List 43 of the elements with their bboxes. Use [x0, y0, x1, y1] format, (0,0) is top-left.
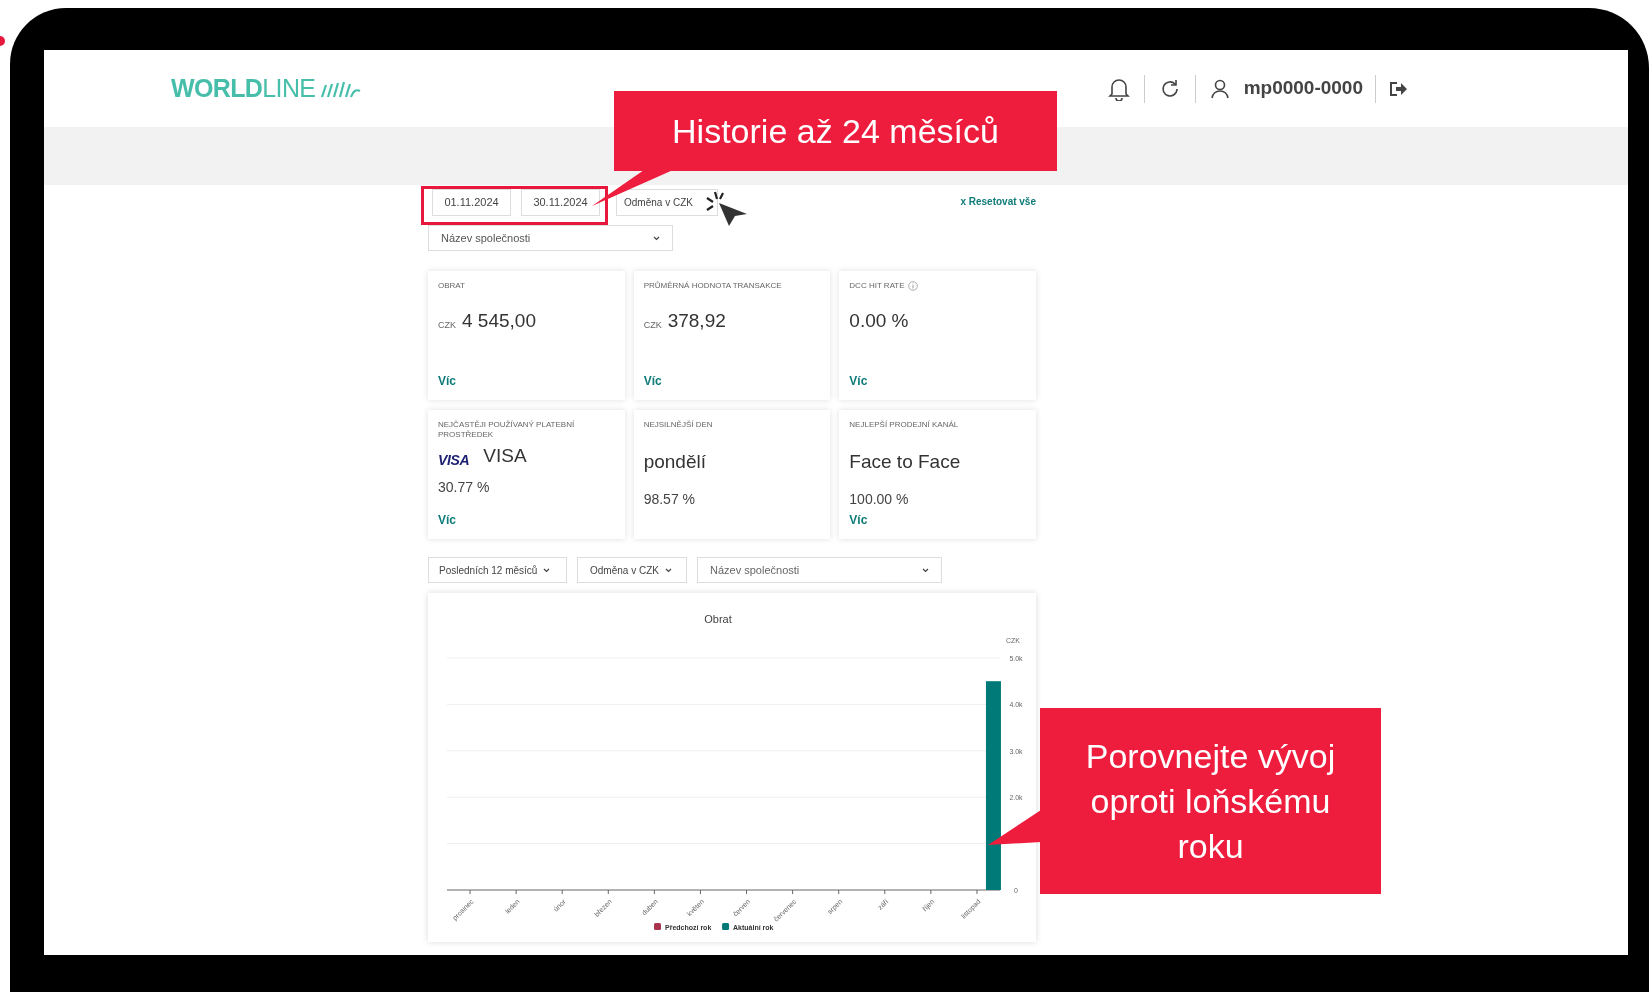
logout-icon[interactable] — [1388, 79, 1408, 98]
logo-text: WORLDLINE — [171, 72, 316, 104]
currency-dropdown[interactable]: Odměna v CZK — [577, 557, 687, 583]
card-value: 378,92 — [667, 309, 726, 333]
more-link[interactable]: Víc — [849, 511, 868, 529]
card-title: NEJČASTĚJI POUŽÍVANÝ PLATEBNÍ PROSTŘEDEK — [438, 420, 576, 440]
card-value: 4 545,00 — [462, 309, 536, 333]
more-link[interactable]: Víc — [643, 372, 662, 390]
card-brand-logo: VISA — [438, 450, 470, 470]
card-value: VISA — [483, 444, 527, 468]
reset-all-link[interactable]: x Resetovat vše — [960, 194, 1036, 209]
more-link[interactable]: Víc — [438, 372, 456, 390]
company-dropdown[interactable]: Název společnosti — [697, 557, 942, 583]
chevron-down-icon — [664, 567, 672, 573]
callout: Porovnejte vývoj oproti loňskému roku — [1040, 708, 1381, 894]
chevron-down-icon — [543, 567, 551, 573]
card-title: PRŮMĚRNÁ HODNOTA TRANSAKCE — [643, 281, 782, 291]
currency-label: CZK — [643, 319, 662, 332]
user-icon[interactable] — [1209, 78, 1230, 99]
currency-label: CZK — [438, 319, 456, 332]
more-link[interactable]: Víc — [438, 511, 456, 529]
period-dropdown[interactable]: Posledních 12 měsíců — [428, 557, 567, 583]
card-title: NEJLEPŠÍ PRODEJNÍ KANÁL — [849, 420, 959, 430]
share-percent: 100.00 % — [849, 489, 910, 509]
more-link[interactable]: Víc — [849, 372, 868, 390]
chart-title: Obrat — [704, 613, 732, 625]
company-dropdown[interactable]: Název společnosti — [428, 225, 673, 251]
share-percent: 98.57 % — [643, 489, 697, 509]
card-value: 0.00 % — [849, 309, 909, 333]
callout-pointer — [988, 808, 1042, 846]
card-title: DCC HIT RATE — [849, 281, 905, 291]
chevron-down-icon — [653, 235, 660, 241]
card-value: pondělí — [643, 450, 706, 474]
date-field[interactable]: 01.11.2024 — [432, 189, 511, 216]
share-percent: 30.77 % — [438, 477, 491, 497]
bell-icon[interactable] — [1107, 76, 1130, 101]
card-title: NEJSILNĚJŠÍ DEN — [643, 420, 713, 430]
card-value: Face to Face — [849, 450, 961, 474]
chevron-down-icon — [922, 567, 929, 573]
card-title: OBRAT — [438, 281, 465, 291]
currency-dropdown[interactable]: Odměna v CZK — [616, 189, 718, 216]
username[interactable]: mp0000-0000 — [1243, 74, 1363, 103]
cursor-click-icon — [705, 190, 749, 228]
